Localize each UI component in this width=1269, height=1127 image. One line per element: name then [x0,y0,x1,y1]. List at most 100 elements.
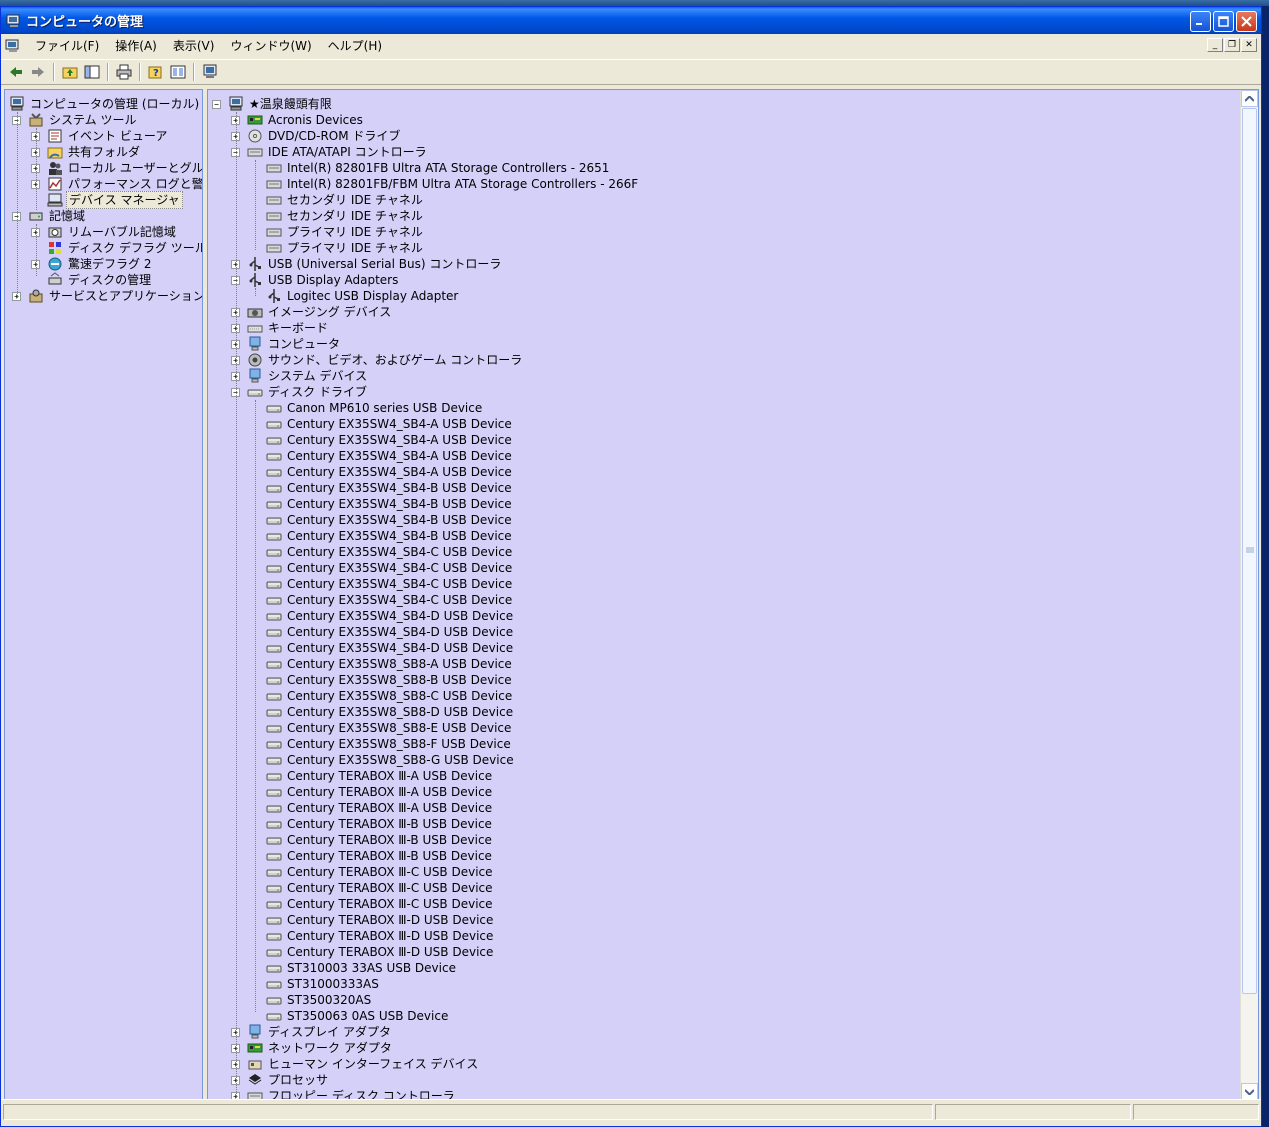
scroll-down-button[interactable] [1241,1083,1258,1100]
up-button[interactable] [59,62,81,82]
tree-node[interactable]: ヒューマン インターフェイス デバイス [247,1056,480,1072]
tree-node[interactable]: デバイス マネージャ [47,191,183,209]
tree-node[interactable]: セカンダリ IDE チャネル [266,208,425,224]
tree-node[interactable]: Century TERABOX Ⅲ-B USB Device [266,848,494,864]
tree-node[interactable]: ST3500320AS [266,992,373,1008]
tree-node[interactable]: Century EX35SW4_SB4-D USB Device [266,624,515,640]
back-button[interactable] [5,62,27,82]
tree-node[interactable]: ディスプレイ アダプタ [247,1024,393,1040]
tree-node[interactable]: セカンダリ IDE チャネル [266,192,425,208]
tree-node[interactable]: Acronis Devices [247,112,365,128]
tree-node[interactable]: Century EX35SW8_SB8-F USB Device [266,736,513,752]
scroll-up-button[interactable] [1241,90,1258,107]
tree-node[interactable]: キーボード [247,320,330,336]
forward-button[interactable] [27,62,49,82]
tree-node[interactable]: プロセッサ [247,1072,330,1088]
tree-node[interactable]: システム ツール [28,112,138,128]
tree-node[interactable]: Century EX35SW4_SB4-B USB Device [266,512,514,528]
title-bar[interactable]: コンピュータの管理 [1,7,1261,34]
tree-node[interactable]: システム デバイス [247,368,369,384]
tree-node[interactable]: イベント ビューア [47,128,169,144]
tree-node[interactable]: Century EX35SW4_SB4-C USB Device [266,592,514,608]
tree-node[interactable]: Century EX35SW8_SB8-D USB Device [266,704,515,720]
help-button[interactable]: ? [145,62,167,82]
tree-node[interactable]: Century TERABOX Ⅲ-A USB Device [266,800,494,816]
tree-node[interactable]: プライマリ IDE チャネル [266,240,425,256]
tree-node[interactable]: Century TERABOX Ⅲ-C USB Device [266,864,495,880]
tree-node[interactable]: リムーバブル記憶域 [47,224,178,240]
tree-node[interactable]: Century EX35SW8_SB8-E USB Device [266,720,513,736]
tree-node[interactable]: Intel(R) 82801FB Ultra ATA Storage Contr… [266,160,611,176]
tree-node[interactable]: 共有フォルダ [47,144,142,160]
tree-node[interactable]: Century EX35SW4_SB4-A USB Device [266,448,514,464]
tree-node[interactable]: ST350063 0AS USB Device [266,1008,450,1024]
system-menu-icon[interactable] [5,38,21,54]
tree-node[interactable]: Century EX35SW4_SB4-A USB Device [266,464,514,480]
mdi-minimize-button[interactable]: _ [1207,38,1223,52]
tree-node[interactable]: Century TERABOX Ⅲ-A USB Device [266,784,494,800]
menu-help[interactable]: ヘルプ(H) [320,36,390,56]
tree-node[interactable]: プライマリ IDE チャネル [266,224,425,240]
show-tree-button[interactable] [81,62,103,82]
tree-node[interactable]: Century EX35SW8_SB8-B USB Device [266,672,514,688]
tree-node[interactable]: Century TERABOX Ⅲ-D USB Device [266,912,495,928]
tree-node[interactable]: ネットワーク アダプタ [247,1040,394,1056]
tree-node[interactable]: Century TERABOX Ⅲ-A USB Device [266,768,494,784]
tree-node[interactable]: コンピュータの管理 (ローカル) [9,96,201,112]
scrollbar-thumb[interactable] [1242,108,1257,994]
tree-node[interactable]: サービスとアプリケーション [28,288,202,304]
tree-node[interactable]: 記憶域 [28,208,87,224]
collapse-toggle[interactable]: − [212,100,221,109]
tree-node[interactable]: サウンド、ビデオ、およびゲーム コントローラ [247,352,524,368]
tree-node[interactable]: Century TERABOX Ⅲ-C USB Device [266,896,495,912]
tree-node[interactable]: Century EX35SW8_SB8-G USB Device [266,752,516,768]
properties-button[interactable] [167,62,189,82]
tree-node[interactable]: ST310003 33AS USB Device [266,960,458,976]
tree-node[interactable]: Century EX35SW4_SB4-A USB Device [266,416,514,432]
tree-node[interactable]: Century EX35SW4_SB4-C USB Device [266,560,514,576]
menu-window[interactable]: ウィンドウ(W) [222,36,319,56]
tree-node[interactable]: Century EX35SW8_SB8-C USB Device [266,688,514,704]
tree-node[interactable]: Century EX35SW4_SB4-B USB Device [266,496,514,512]
tree-node[interactable]: Century EX35SW4_SB4-A USB Device [266,432,514,448]
tree-node[interactable]: ディスクの管理 [47,272,153,288]
tree-node[interactable]: ★温泉饅頭有限 [228,96,334,112]
tree-node[interactable]: Intel(R) 82801FB/FBM Ultra ATA Storage C… [266,176,640,192]
tree-node[interactable]: ディスク デフラグ ツール [47,240,202,256]
menu-view[interactable]: 表示(V) [165,36,223,56]
tree-node[interactable]: Century EX35SW4_SB4-B USB Device [266,528,514,544]
tree-node[interactable]: Century TERABOX Ⅲ-B USB Device [266,832,494,848]
tree-node[interactable]: Century EX35SW4_SB4-D USB Device [266,640,515,656]
tree-node[interactable]: Logitec USB Display Adapter [266,288,460,304]
tree-node[interactable]: USB Display Adapters [247,272,400,288]
tree-node[interactable]: イメージング デバイス [247,304,393,320]
tree-node[interactable]: Century EX35SW4_SB4-C USB Device [266,544,514,560]
tree-node[interactable]: Century TERABOX Ⅲ-D USB Device [266,928,495,944]
tree-node[interactable]: Century TERABOX Ⅲ-D USB Device [266,944,495,960]
tree-node[interactable]: Canon MP610 series USB Device [266,400,484,416]
computer-button[interactable] [199,62,221,82]
tree-node[interactable]: 驚速デフラグ 2 [47,256,153,272]
tree-node[interactable]: Century EX35SW4_SB4-C USB Device [266,576,514,592]
tree-node[interactable]: ローカル ユーザーとグループ [47,160,202,176]
mdi-close-button[interactable]: ✕ [1241,38,1257,52]
mdi-restore-button[interactable]: ❐ [1224,38,1240,52]
tree-node[interactable]: Century EX35SW4_SB4-D USB Device [266,608,515,624]
tree-node[interactable]: パフォーマンス ログと警告 [47,176,202,192]
tree-node[interactable]: USB (Universal Serial Bus) コントローラ [247,256,503,272]
tree-node[interactable]: ディスク ドライブ [247,384,369,400]
tree-node[interactable]: Century EX35SW4_SB4-B USB Device [266,480,514,496]
close-button[interactable] [1236,11,1257,32]
tree-node[interactable]: コンピュータ [247,336,342,352]
tree-node[interactable]: Century TERABOX Ⅲ-B USB Device [266,816,494,832]
maximize-button[interactable] [1213,11,1234,32]
tree-node[interactable]: IDE ATA/ATAPI コントローラ [247,144,429,160]
tree-node[interactable]: DVD/CD-ROM ドライブ [247,128,402,144]
print-button[interactable] [113,62,135,82]
minimize-button[interactable] [1190,11,1211,32]
tree-node[interactable]: Century TERABOX Ⅲ-C USB Device [266,880,495,896]
menu-action[interactable]: 操作(A) [107,36,165,56]
menu-file[interactable]: ファイル(F) [27,36,107,56]
vertical-scrollbar[interactable] [1240,90,1258,1100]
tree-node[interactable]: ST31000333AS [266,976,381,992]
